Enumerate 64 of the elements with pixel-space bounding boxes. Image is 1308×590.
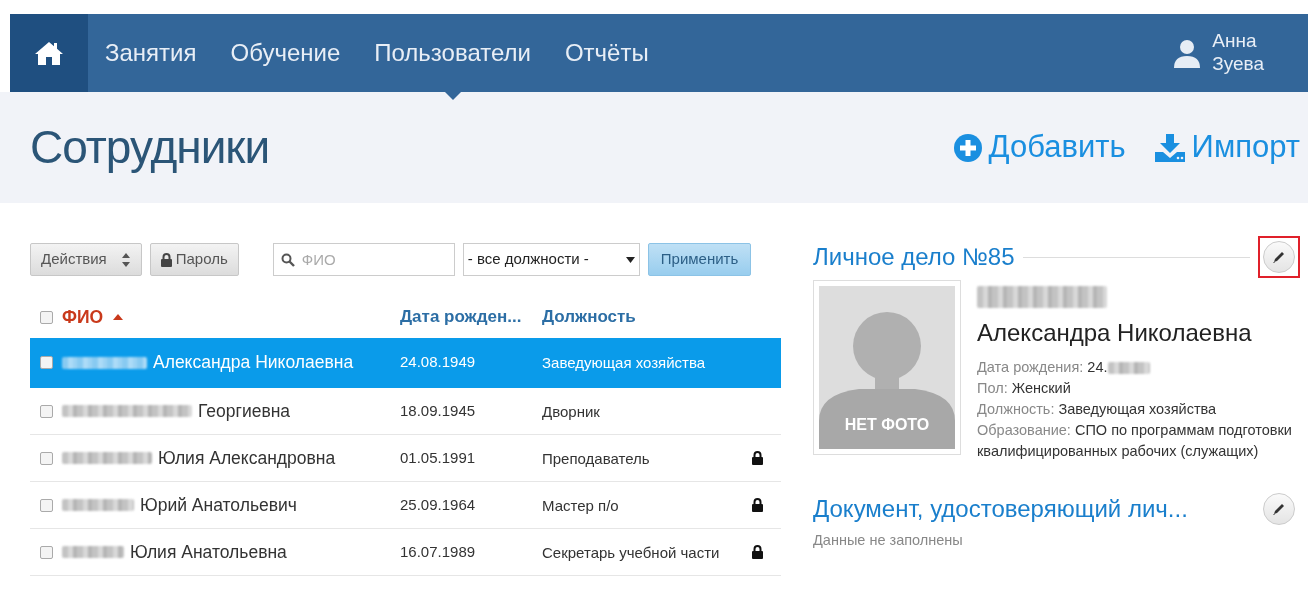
column-header[interactable]: ФИО — [62, 303, 104, 331]
section-title: Документ, удостоверяющий лич... — [813, 494, 1188, 525]
employee-name: Юлия Александровна — [158, 446, 336, 470]
birth-date: 25.09.1964 — [400, 495, 476, 513]
position-text: Преподаватель — [542, 449, 650, 467]
row-checkbox[interactable] — [40, 451, 53, 465]
person-name: Александра Николаевна — [977, 318, 1253, 348]
edit-button[interactable] — [1263, 493, 1295, 526]
employee-name: Александра Николаевна — [153, 351, 354, 375]
employee-name: Юлия Анатольевна — [130, 540, 287, 564]
column-header[interactable]: Дата рожден... — [400, 307, 522, 327]
position-text: Мастер п/о — [542, 496, 619, 514]
birth-date: 01.05.1991 — [400, 448, 476, 466]
user-icon — [1172, 38, 1203, 68]
column-header[interactable]: Должность — [542, 307, 636, 327]
row-checkbox[interactable] — [40, 356, 53, 369]
user-name[interactable]: Анна Зуева — [1212, 30, 1264, 76]
row-checkbox[interactable] — [40, 545, 53, 559]
nav-link[interactable]: Пользователи — [357, 14, 548, 92]
apply-button[interactable]: Применить — [647, 243, 752, 276]
position-dropdown[interactable]: - все должности - — [462, 243, 640, 276]
no-photo-label: НЕТ ФОТО — [843, 415, 931, 435]
home-button[interactable] — [10, 14, 88, 92]
import-link[interactable]: Импорт — [1153, 124, 1300, 171]
download-icon — [1153, 132, 1186, 163]
position-text: Дворник — [542, 402, 600, 420]
birth-date: 24.08.1949 — [400, 353, 476, 371]
caret-icon — [625, 256, 635, 263]
position-text: Секретарь учебной части — [542, 543, 720, 561]
nav-link[interactable]: Обучение — [213, 14, 358, 92]
table-row[interactable]: Георгиевна 18.09.1945 Дворник — [30, 388, 781, 435]
pencil-icon — [1272, 502, 1286, 517]
row-checkbox[interactable] — [40, 498, 53, 512]
nav-link[interactable]: Отчёты — [547, 14, 666, 92]
detail-line: Образование: СПО по программам подготовки квалифицированных рабочих (служащих) — [977, 421, 1293, 462]
password-button[interactable]: Пароль — [149, 243, 239, 276]
add-link[interactable]: Добавить — [952, 124, 1126, 171]
employee-name: Георгиевна — [198, 399, 291, 423]
home-icon — [34, 40, 64, 66]
lock-icon — [160, 252, 172, 267]
page-title: Сотрудники — [30, 119, 270, 175]
birth-date: 16.07.1989 — [400, 542, 476, 560]
sort-up-icon — [113, 314, 124, 320]
detail-line: Дата рождения: 24. — [977, 357, 1300, 378]
detail-line: Пол: Женский — [977, 379, 1072, 398]
employee-name: Юрий Анатольевич — [140, 493, 297, 517]
position-text: Заведующая хозяйства — [542, 354, 706, 371]
select-all-checkbox[interactable] — [40, 310, 53, 324]
pencil-icon — [1272, 250, 1286, 264]
detail-line: Должность: Заведующая хозяйства — [977, 400, 1218, 420]
table-row[interactable]: Александра Николаевна 24.08.1949 Заведующая хозяйства — [30, 338, 781, 388]
search-icon — [280, 253, 295, 267]
table-row[interactable]: Юлия Анатольевна 16.07.1989 Секретарь учебной части — [30, 529, 781, 576]
table-row[interactable]: Юлия Александровна 01.05.1991 Преподаватель — [30, 435, 781, 482]
search-field[interactable]: ФИО — [272, 243, 455, 276]
birth-date: 18.09.1945 — [400, 401, 476, 419]
empty-note: Данные не заполнены — [813, 531, 964, 551]
nav-link[interactable]: Занятия — [88, 14, 214, 92]
row-checkbox[interactable] — [40, 404, 53, 418]
sort-arrows-icon — [120, 251, 131, 268]
actions-button[interactable]: Действия — [30, 243, 142, 276]
section-title: Личное дело №85 — [813, 242, 1015, 272]
plus-circle-icon — [952, 132, 983, 163]
table-row[interactable]: Юрий Анатольевич 25.09.1964 Мастер п/о — [30, 482, 781, 529]
